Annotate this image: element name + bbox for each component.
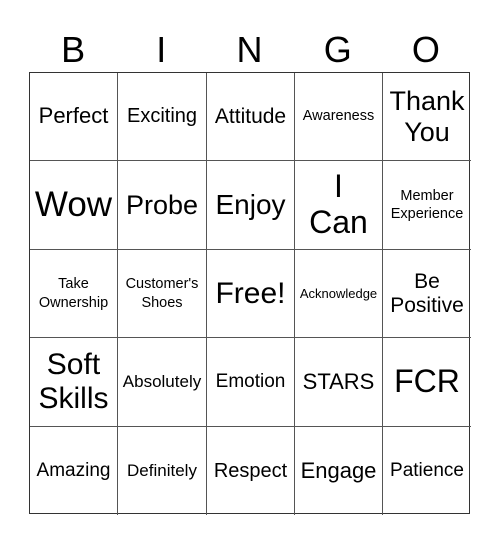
header-letter-n: N [236, 29, 263, 70]
bingo-cell[interactable]: Amazing [30, 427, 118, 515]
bingo-cell[interactable]: STARS [295, 338, 383, 427]
bingo-cell[interactable]: Free! [207, 250, 295, 338]
header-letter-b: B [61, 29, 86, 70]
bingo-cell[interactable]: FCR [383, 338, 471, 427]
bingo-cell[interactable]: Wow [30, 161, 118, 250]
bingo-cell[interactable]: Engage [295, 427, 383, 515]
bingo-cell[interactable]: Emotion [207, 338, 295, 427]
bingo-cell[interactable]: Attitude [207, 73, 295, 161]
bingo-cell[interactable]: Perfect [30, 73, 118, 161]
bingo-cell[interactable]: Soft Skills [30, 338, 118, 427]
bingo-cell[interactable]: Take Ownership [30, 250, 118, 338]
bingo-cell[interactable]: Acknowledge [295, 250, 383, 338]
bingo-cell[interactable]: I Can [295, 161, 383, 250]
bingo-cell[interactable]: Awareness [295, 73, 383, 161]
header-letter-i: I [156, 29, 167, 70]
bingo-cell[interactable]: Enjoy [207, 161, 295, 250]
bingo-board: Perfect Exciting Attitude Awareness Than… [29, 72, 471, 515]
bingo-cell[interactable]: Absolutely [118, 338, 207, 427]
bingo-cell[interactable]: Exciting [118, 73, 207, 161]
header-letter-g: G [323, 29, 352, 70]
bingo-cell[interactable]: Respect [207, 427, 295, 515]
bingo-cell[interactable]: Patience [383, 427, 471, 515]
bingo-cell[interactable]: Probe [118, 161, 207, 250]
bingo-cell[interactable]: Definitely [118, 427, 207, 515]
bingo-cell[interactable]: Thank You [383, 73, 471, 161]
bingo-cell[interactable]: Be Positive [383, 250, 471, 338]
bingo-cell[interactable]: Customer's Shoes [118, 250, 207, 338]
bingo-header: B I N G O [29, 28, 470, 72]
header-letter-o: O [411, 29, 440, 70]
bingo-cell[interactable]: Member Experience [383, 161, 471, 250]
